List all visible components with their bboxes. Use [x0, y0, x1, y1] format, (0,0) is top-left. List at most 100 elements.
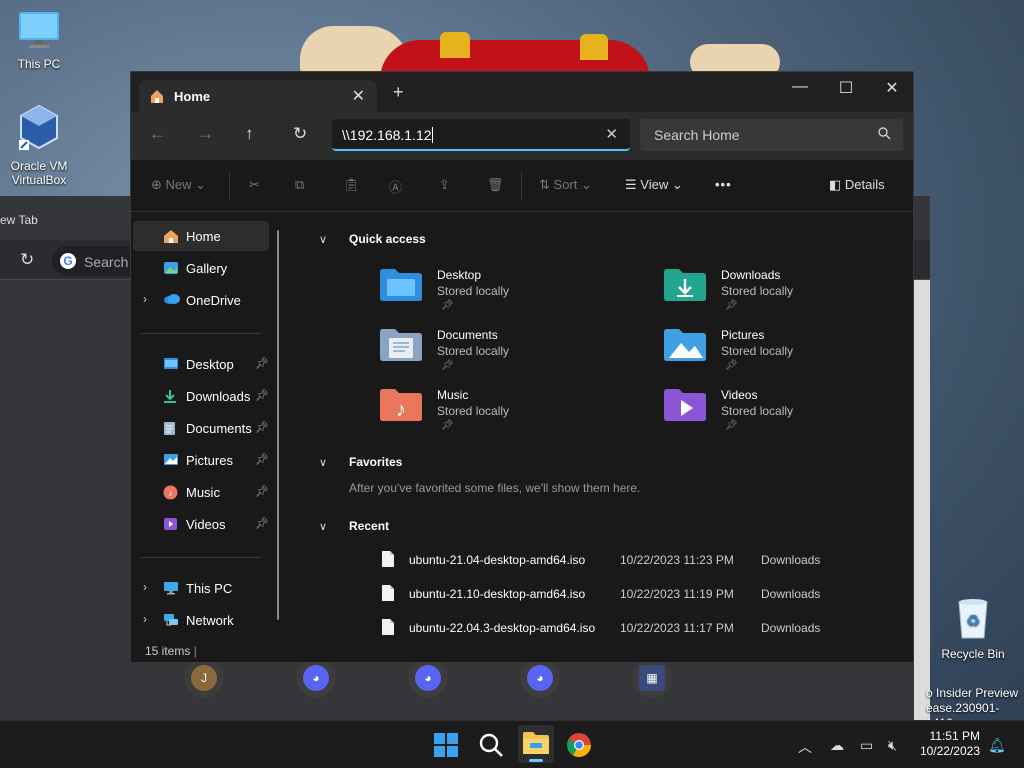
- desktop-icon-this-pc[interactable]: This PC: [3, 10, 75, 71]
- sidebar-item-label: Documents: [186, 421, 252, 436]
- pin-icon: 📌︎: [255, 390, 269, 402]
- sidebar-item-videos[interactable]: Videos 📌︎: [133, 509, 269, 539]
- section-favorites[interactable]: Favorites: [349, 455, 402, 469]
- desktop-icon-virtualbox[interactable]: Oracle VM VirtualBox: [3, 104, 75, 187]
- volume-muted-icon[interactable]: 🔇︎: [888, 737, 897, 754]
- start-button[interactable]: [432, 731, 462, 761]
- close-button[interactable]: ✕: [869, 78, 915, 98]
- plus-icon: ⊕: [151, 177, 162, 192]
- sidebar-item-onedrive[interactable]: › OneDrive: [133, 285, 269, 315]
- sidebar-item-home[interactable]: Home: [133, 221, 269, 251]
- sidebar-item-network[interactable]: › Network: [133, 605, 269, 635]
- search-box[interactable]: [640, 119, 903, 151]
- file-location: Downloads: [761, 587, 821, 601]
- discord-icon: ◕: [527, 665, 553, 691]
- sidebar-item-downloads[interactable]: Downloads 📌︎: [133, 381, 269, 411]
- copy-icon[interactable]: ⧉: [295, 177, 304, 193]
- status-divider: |: [193, 644, 197, 658]
- delete-icon[interactable]: 🗑︎: [487, 177, 504, 193]
- clear-icon[interactable]: ✕: [605, 125, 618, 143]
- close-tab-icon[interactable]: ✕: [352, 86, 365, 106]
- section-recent[interactable]: Recent: [349, 519, 389, 533]
- search-button[interactable]: [477, 731, 507, 761]
- quick-access-item[interactable]: ♪ Music Stored locally 📌︎: [379, 388, 639, 444]
- chevron-right-icon[interactable]: ›: [143, 580, 147, 594]
- sidebar-item-pictures[interactable]: Pictures 📌︎: [133, 445, 269, 475]
- sidebar-item-gallery[interactable]: Gallery: [133, 253, 269, 283]
- refresh-icon[interactable]: ↻: [293, 124, 307, 144]
- quick-access-name: Desktop: [437, 268, 482, 282]
- onedrive-status-icon[interactable]: ☁: [830, 737, 844, 754]
- sidebar-item-music[interactable]: ♪ Music 📌︎: [133, 477, 269, 507]
- display-icon[interactable]: ▭: [860, 737, 873, 754]
- sidebar-item-documents[interactable]: Documents 📌︎: [133, 413, 269, 443]
- chrome-icon: [566, 733, 591, 758]
- up-arrow-icon[interactable]: ↑: [245, 124, 254, 144]
- folder-icon: [523, 732, 549, 754]
- more-options-icon[interactable]: •••: [715, 177, 732, 192]
- quick-access-item[interactable]: Documents Stored locally 📌︎: [379, 328, 639, 384]
- table-row[interactable]: ubuntu-21.10-desktop-amd64.iso 10/22/202…: [319, 580, 899, 608]
- share-icon[interactable]: ⇪: [439, 177, 450, 193]
- quick-access-item[interactable]: Downloads Stored locally 📌︎: [663, 268, 923, 324]
- file-icon: [381, 618, 395, 639]
- search-icon[interactable]: [878, 127, 891, 143]
- maximize-button[interactable]: ☐: [823, 78, 869, 98]
- taskbar-clock[interactable]: 11:51 PM 10/22/2023: [918, 729, 980, 759]
- cut-icon[interactable]: ✂: [249, 177, 260, 193]
- address-bar[interactable]: \\192.168.1.12 ✕: [332, 119, 630, 151]
- shortcut-widget[interactable]: ▦: [632, 658, 672, 698]
- chevron-right-icon[interactable]: ›: [143, 612, 147, 626]
- taskbar-file-explorer[interactable]: [518, 725, 554, 763]
- shortcut-discord[interactable]: ◕: [296, 658, 336, 698]
- sort-button[interactable]: ⇅ Sort ⌄: [539, 177, 592, 193]
- quick-access-status: Stored locally: [721, 404, 794, 418]
- chevron-down-icon[interactable]: ∨: [319, 233, 327, 246]
- shortcut-discord[interactable]: ◕: [520, 658, 560, 698]
- chevron-down-icon[interactable]: ∨: [319, 456, 327, 469]
- desktop-icon-label: VirtualBox: [11, 173, 67, 187]
- nav-scrollbar[interactable]: [277, 230, 279, 620]
- taskbar-chrome[interactable]: [565, 731, 595, 761]
- chevron-right-icon[interactable]: ›: [143, 292, 147, 306]
- table-row[interactable]: ubuntu-21.04-desktop-amd64.iso 10/22/202…: [319, 546, 899, 574]
- browser-tab-label[interactable]: ew Tab: [0, 213, 38, 227]
- sidebar-item-this-pc[interactable]: › This PC: [133, 573, 269, 603]
- pin-icon: 📌︎: [255, 486, 269, 498]
- content-scrollbar[interactable]: [897, 213, 911, 642]
- shortcut-discord[interactable]: ◕: [408, 658, 448, 698]
- address-input[interactable]: \\192.168.1.12: [342, 127, 433, 143]
- quick-access-item[interactable]: Desktop Stored locally 📌︎: [379, 268, 639, 324]
- forward-arrow-icon[interactable]: →: [197, 124, 214, 144]
- chevron-down-icon[interactable]: ∨: [319, 520, 327, 533]
- tab-home[interactable]: Home ✕: [139, 80, 377, 112]
- new-button[interactable]: ⊕ New ⌄: [151, 177, 206, 193]
- sidebar-item-desktop[interactable]: Desktop 📌︎: [133, 349, 269, 379]
- sidebar-item-label: Videos: [186, 517, 226, 532]
- search-icon: [479, 733, 503, 757]
- favorites-empty-message: After you've favorited some files, we'll…: [349, 481, 641, 495]
- quick-access-item[interactable]: Videos Stored locally 📌︎: [663, 388, 923, 444]
- minimize-button[interactable]: —: [777, 78, 823, 96]
- paste-icon[interactable]: 📋︎: [343, 177, 360, 193]
- quick-access-item[interactable]: Pictures Stored locally 📌︎: [663, 328, 923, 384]
- notification-bell-icon[interactable]: 🔔︎: [988, 737, 1006, 754]
- music-icon: ♪: [163, 485, 178, 503]
- network-icon: [163, 613, 179, 630]
- toolbar-divider: [229, 172, 230, 200]
- chevron-up-icon[interactable]: ︿: [798, 737, 812, 757]
- rename-icon[interactable]: Ⓐ: [389, 177, 402, 196]
- section-quick-access[interactable]: Quick access: [349, 232, 426, 246]
- details-button[interactable]: ◧ Details: [829, 177, 885, 193]
- back-arrow-icon[interactable]: ←: [149, 124, 166, 144]
- view-button[interactable]: ☰ View ⌄: [625, 177, 683, 193]
- sidebar-item-label: Desktop: [186, 357, 234, 372]
- file-icon: [381, 584, 395, 605]
- windows-logo-icon: [434, 733, 458, 757]
- desktop-icon-recycle-bin[interactable]: ♻ Recycle Bin: [937, 596, 1009, 661]
- table-row[interactable]: ubuntu-22.04.3-desktop-amd64.iso 10/22/2…: [319, 614, 899, 642]
- shortcut-avatar[interactable]: J: [184, 658, 224, 698]
- reload-icon[interactable]: ↻: [20, 250, 34, 270]
- new-tab-button[interactable]: +: [393, 83, 404, 101]
- search-input[interactable]: [640, 119, 903, 151]
